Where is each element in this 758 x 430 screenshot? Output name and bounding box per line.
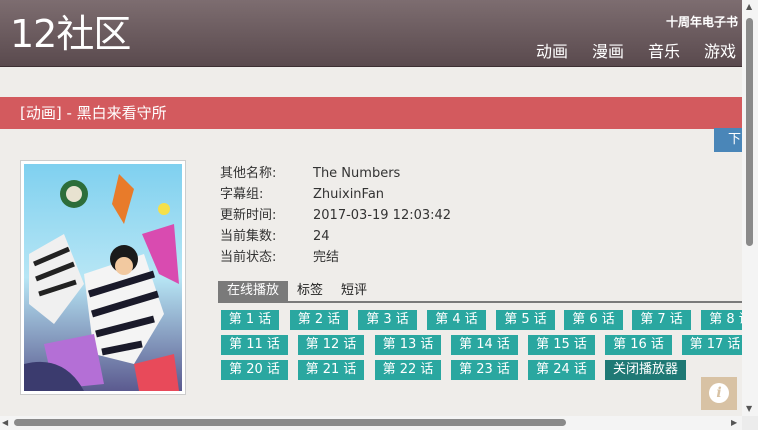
content-tabs: 在线播放 标签 短评 [218,281,744,303]
info-row-status: 当前状态: 完结 [220,247,451,268]
info-value: 完结 [313,250,340,265]
close-player-button[interactable]: 关闭播放器 [605,360,686,380]
scrollbar-corner [742,416,758,430]
site-logo[interactable]: 12社区 [10,12,131,56]
episode-button[interactable]: 第 2 话 [290,310,348,330]
horizontal-scroll-thumb[interactable] [14,419,566,426]
info-value: The Numbers [313,166,401,181]
site-header: 12社区 十周年电子书 动画 漫画 音乐 游戏 [0,0,742,67]
ebook-link[interactable]: 十周年电子书 [666,13,738,30]
nav-games[interactable]: 游戏 [704,38,736,62]
vertical-scroll-thumb[interactable] [746,18,753,246]
episode-button[interactable]: 第 8 话 [701,310,742,330]
episode-button[interactable]: 第 12 话 [298,335,364,355]
episode-button[interactable]: 第 7 话 [632,310,691,330]
nav-anime[interactable]: 动画 [536,38,568,62]
episode-button[interactable]: 第 22 话 [375,360,441,380]
episode-button[interactable]: 第 11 话 [221,335,288,355]
episode-button[interactable]: 第 20 话 [221,360,288,380]
tab-reviews[interactable]: 短评 [332,281,376,301]
episode-list: 第 1 话 第 2 话 第 3 话 第 4 话 第 5 话 第 6 话 第 7 … [221,310,742,382]
info-row-alias: 其他名称: The Numbers [220,163,451,184]
nav-music[interactable]: 音乐 [648,38,680,62]
info-value: ZhuixinFan [313,187,385,202]
info-label: 更新时间: [220,208,277,223]
anime-info: 其他名称: The Numbers 字幕组: ZhuixinFan 更新时间: 201… [220,163,451,268]
info-row-subgroup: 字幕组: ZhuixinFan [220,184,451,205]
info-value: 24 [313,229,330,244]
horizontal-scrollbar[interactable]: ◀ ▶ [0,416,742,430]
main-nav: 动画 漫画 音乐 游戏 [512,38,736,62]
tab-tags[interactable]: 标签 [288,281,332,301]
info-value: 2017-03-19 12:03:42 [313,208,452,223]
episode-button[interactable]: 第 14 话 [451,335,518,355]
info-label: 当前集数: [220,229,277,244]
episode-button[interactable]: 第 3 话 [358,310,417,330]
nav-manga[interactable]: 漫画 [592,38,624,62]
scroll-left-icon[interactable]: ◀ [2,418,8,427]
scroll-down-icon[interactable]: ▼ [746,404,752,413]
info-icon: i [709,383,729,403]
scroll-right-icon[interactable]: ▶ [731,418,737,427]
episode-button[interactable]: 第 13 话 [375,335,441,355]
tab-online-play[interactable]: 在线播放 [218,281,289,301]
vertical-scrollbar[interactable]: ▲ ▼ [742,0,758,416]
download-button[interactable]: 下 [714,128,742,152]
info-label: 字幕组: [220,187,264,202]
info-row-episodes: 当前集数: 24 [220,226,451,247]
info-label: 当前状态: [220,250,277,265]
scroll-up-icon[interactable]: ▲ [746,2,752,11]
info-button[interactable]: i [701,377,737,410]
episode-button[interactable]: 第 4 话 [427,310,486,330]
page-title: [动画] - 黑白来看守所 [20,104,167,122]
info-row-updated: 更新时间: 2017-03-19 12:03:42 [220,205,451,226]
episode-button[interactable]: 第 16 话 [605,335,672,355]
episode-button[interactable]: 第 24 话 [528,360,595,380]
poster-image [20,160,186,395]
episode-button[interactable]: 第 23 话 [451,360,518,380]
episode-button[interactable]: 第 5 话 [496,310,555,330]
episode-button[interactable]: 第 17 话 [682,335,742,355]
episode-button[interactable]: 第 1 话 [221,310,279,330]
info-label: 其他名称: [220,166,277,181]
page-title-bar: [动画] - 黑白来看守所 [0,97,742,129]
episode-button[interactable]: 第 21 话 [298,360,364,380]
episode-button[interactable]: 第 6 话 [564,310,623,330]
episode-button[interactable]: 第 15 话 [528,335,595,355]
